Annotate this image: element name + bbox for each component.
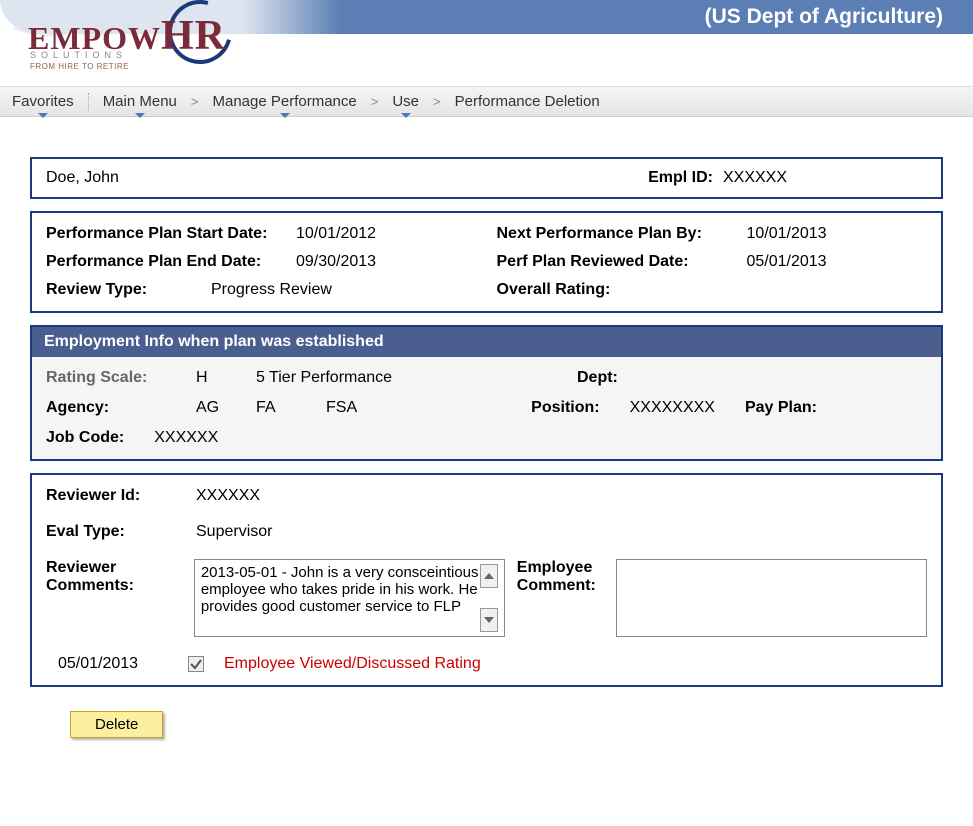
breadcrumb-divider [88, 93, 89, 111]
reviewer-comments-box[interactable]: 2013-05-01 - John is a very consceintiou… [194, 559, 505, 637]
chevron-down-icon [483, 615, 495, 625]
agency-code1: AG [196, 399, 226, 417]
chevron-up-icon [483, 571, 495, 581]
agency-label: Agency: [46, 399, 166, 417]
empl-id-value: XXXXXX [723, 169, 787, 187]
next-plan-value: 10/01/2013 [747, 225, 827, 243]
eval-type-value: Supervisor [196, 523, 272, 541]
job-code-value: XXXXXX [154, 429, 218, 447]
agency-code2: FA [256, 399, 296, 417]
agency-code3: FSA [326, 399, 501, 417]
content-area: Doe, John Empl ID: XXXXXX Performance Pl… [0, 117, 973, 758]
employment-info-panel: Employment Info when plan was establishe… [30, 325, 943, 461]
breadcrumb: Favorites Main Menu > Manage Performance… [0, 86, 973, 117]
logo-tagline: FROM HIRE TO RETIRE [30, 62, 129, 71]
reviewer-comments-label: Reviewer Comments: [46, 559, 182, 595]
logo: EMPOWHR SOLUTIONS FROM HIRE TO RETIRE [28, 22, 238, 92]
reviewed-date-label: Perf Plan Reviewed Date: [497, 253, 747, 271]
rating-scale-code: H [196, 369, 226, 387]
position-value: XXXXXXXX [630, 399, 715, 417]
employee-comment-label: Employee Comment: [517, 559, 604, 595]
position-label: Position: [531, 399, 599, 417]
scroll-down-button[interactable] [480, 608, 498, 632]
dept-label: Dept: [577, 369, 637, 387]
reviewer-id-value: XXXXXX [196, 487, 260, 505]
breadcrumb-use[interactable]: Use [388, 91, 423, 112]
employment-info-header: Employment Info when plan was establishe… [32, 327, 941, 357]
plan-start-value: 10/01/2012 [296, 225, 376, 243]
eval-type-label: Eval Type: [46, 523, 196, 541]
rating-scale-label: Rating Scale: [46, 369, 166, 387]
empl-id-label: Empl ID: [648, 169, 713, 187]
employee-comment-box[interactable] [616, 559, 927, 637]
employee-viewed-checkbox[interactable] [188, 656, 204, 672]
job-code-label: Job Code: [46, 429, 124, 447]
reviewed-date-value: 05/01/2013 [747, 253, 827, 271]
breadcrumb-performance-deletion[interactable]: Performance Deletion [451, 91, 604, 112]
review-type-label: Review Type: [46, 281, 211, 299]
viewed-date: 05/01/2013 [58, 655, 168, 673]
scroll-up-button[interactable] [480, 564, 498, 588]
overall-rating-label: Overall Rating: [497, 281, 747, 299]
review-type-value: Progress Review [211, 281, 332, 299]
checkmark-icon [189, 657, 203, 671]
reviewer-comments-text: 2013-05-01 - John is a very consceintiou… [201, 564, 480, 632]
chevron-right-icon: > [433, 94, 441, 109]
reviewer-id-label: Reviewer Id: [46, 487, 196, 505]
chevron-right-icon: > [371, 94, 379, 109]
next-plan-label: Next Performance Plan By: [497, 225, 747, 243]
logo-subtitle: SOLUTIONS [30, 50, 127, 60]
employee-name: Doe, John [46, 169, 648, 187]
plan-start-label: Performance Plan Start Date: [46, 225, 296, 243]
org-title: (US Dept of Agriculture) [705, 5, 943, 29]
employee-header-panel: Doe, John Empl ID: XXXXXX [30, 157, 943, 199]
breadcrumb-manage-performance[interactable]: Manage Performance [208, 91, 360, 112]
delete-button[interactable]: Delete [70, 711, 163, 738]
plan-end-label: Performance Plan End Date: [46, 253, 296, 271]
pay-plan-label: Pay Plan: [745, 399, 817, 417]
plan-dates-panel: Performance Plan Start Date: 10/01/2012 … [30, 211, 943, 313]
reviewer-panel: Reviewer Id: XXXXXX Eval Type: Superviso… [30, 473, 943, 687]
chevron-right-icon: > [191, 94, 199, 109]
breadcrumb-favorites[interactable]: Favorites [8, 91, 78, 112]
rating-scale-desc: 5 Tier Performance [256, 369, 547, 387]
button-row: Delete [30, 699, 943, 738]
logo-area: EMPOWHR SOLUTIONS FROM HIRE TO RETIRE [0, 28, 973, 86]
scrollbar [480, 564, 498, 632]
breadcrumb-main-menu[interactable]: Main Menu [99, 91, 181, 112]
employee-viewed-label: Employee Viewed/Discussed Rating [224, 655, 481, 673]
plan-end-value: 09/30/2013 [296, 253, 376, 271]
